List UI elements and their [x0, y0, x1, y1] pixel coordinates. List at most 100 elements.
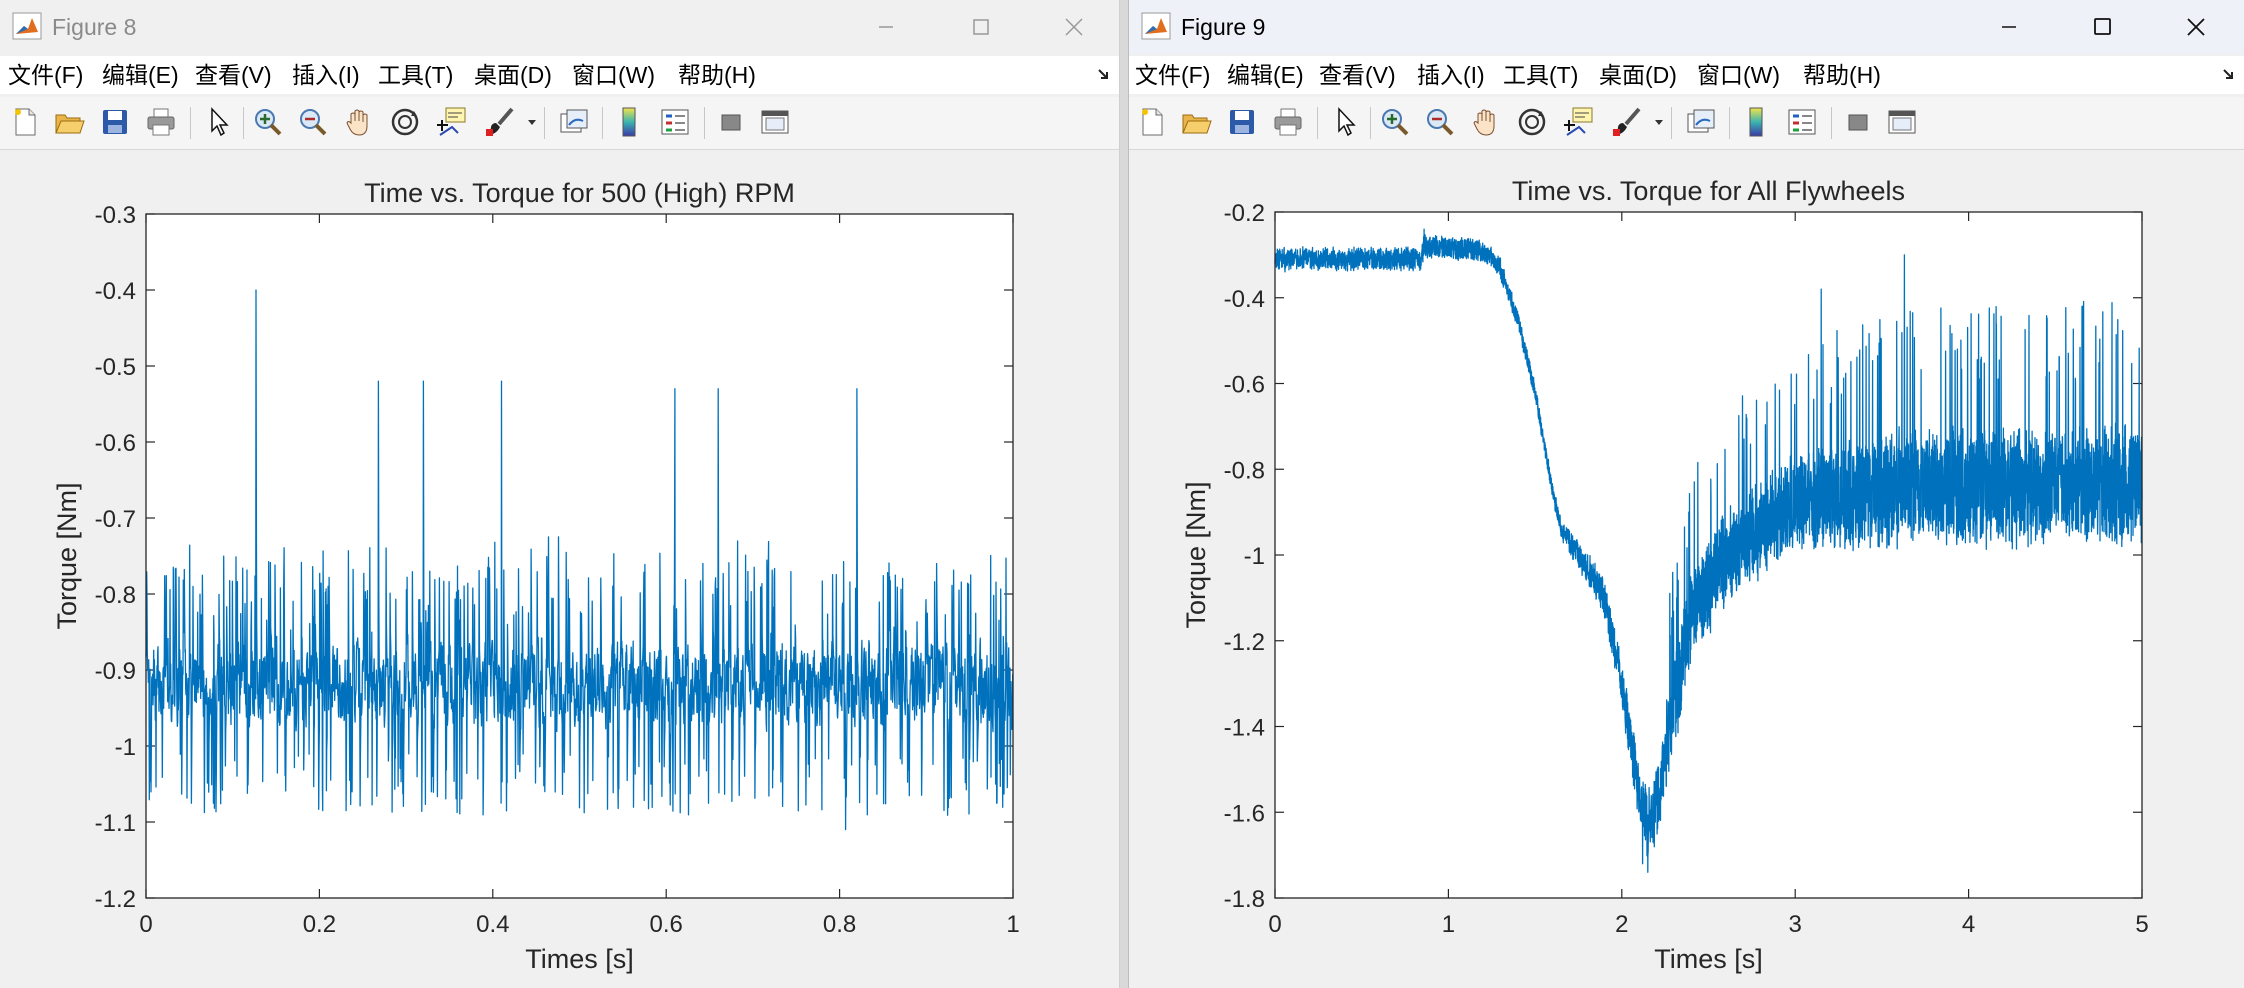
zoom-out-icon[interactable] [296, 105, 330, 139]
brush-icon[interactable] [482, 105, 516, 139]
menu-bar: 文件(F) 编辑(E) 查看(V) 插入(I) 工具(T) 桌面(D) 窗口(W… [1129, 56, 2244, 94]
x-tick-label: 0.8 [823, 911, 856, 938]
title-bar[interactable]: Figure 9 [1129, 0, 2244, 54]
y-tick-label: -1.2 [1224, 629, 1265, 656]
menu-view[interactable]: 查看(V) [1319, 61, 1396, 89]
y-tick-label: -1.2 [95, 886, 136, 913]
menu-tools[interactable]: 工具(T) [1503, 61, 1578, 89]
y-tick-label: -1 [1244, 543, 1265, 570]
y-tick-label: -1.4 [1224, 715, 1265, 742]
y-tick-label: -0.6 [1224, 372, 1265, 399]
menu-help[interactable]: 帮助(H) [1803, 61, 1881, 89]
menu-insert[interactable]: 插入(I) [292, 61, 360, 89]
x-tick-label: 1 [1006, 911, 1019, 938]
window-title: Figure 8 [52, 14, 137, 40]
dock-arrow-icon[interactable] [2221, 66, 2237, 84]
menu-edit[interactable]: 编辑(E) [102, 61, 179, 89]
y-tick-label: -0.4 [1224, 286, 1265, 313]
menu-desktop[interactable]: 桌面(D) [1599, 61, 1677, 89]
hide-plot-tools-icon[interactable] [1841, 105, 1875, 139]
zoom-out-icon[interactable] [1423, 105, 1457, 139]
link-plot-icon[interactable] [1684, 105, 1718, 139]
figure-9-plot-area[interactable]: Time vs. Torque for All Flywheels Times [… [1129, 150, 2244, 988]
matlab-logo-icon [12, 12, 42, 40]
x-tick-label: 2 [1615, 911, 1628, 938]
brush-dropdown-icon[interactable] [1653, 115, 1665, 127]
y-tick-label: -0.5 [95, 354, 136, 381]
zoom-in-icon[interactable] [251, 105, 285, 139]
new-figure-icon[interactable] [8, 105, 42, 139]
dock-arrow-icon[interactable] [1096, 66, 1112, 84]
x-tick-label: 0 [1268, 911, 1281, 938]
figure-9-window[interactable]: Figure 9 文件(F) 编辑(E) 查看(V) 插入(I) 工具(T) 桌… [1128, 0, 2244, 988]
matlab-logo-icon [1141, 12, 1171, 40]
rotate-3d-icon[interactable] [388, 105, 422, 139]
figure-toolbar [0, 97, 1119, 150]
y-tick-label: -1 [115, 734, 136, 761]
menu-tools[interactable]: 工具(T) [378, 61, 453, 89]
zoom-in-icon[interactable] [1378, 105, 1412, 139]
menu-help[interactable]: 帮助(H) [678, 61, 756, 89]
y-tick-label: -0.8 [1224, 457, 1265, 484]
menu-bar: 文件(F) 编辑(E) 查看(V) 插入(I) 工具(T) 桌面(D) 窗口(W… [0, 56, 1119, 94]
menu-desktop[interactable]: 桌面(D) [474, 61, 552, 89]
menu-window[interactable]: 窗口(W) [572, 61, 655, 89]
data-cursor-icon[interactable] [434, 105, 468, 139]
x-tick-label: 0.6 [650, 911, 683, 938]
colorbar-icon[interactable] [612, 105, 646, 139]
close-button[interactable] [2174, 8, 2218, 46]
x-axis-label: Times [s] [1654, 944, 1763, 974]
brush-dropdown-icon[interactable] [526, 115, 538, 127]
x-tick-label: 3 [1789, 911, 1802, 938]
menu-file[interactable]: 文件(F) [1135, 61, 1210, 89]
colorbar-icon[interactable] [1739, 105, 1773, 139]
show-plot-tools-icon[interactable] [1885, 105, 1919, 139]
rotate-3d-icon[interactable] [1515, 105, 1549, 139]
legend-icon[interactable] [1785, 105, 1819, 139]
chart-title: Time vs. Torque for 500 (High) RPM [364, 178, 795, 208]
title-bar[interactable]: Figure 8 [0, 0, 1119, 54]
figure-8-window[interactable]: Figure 8 文件(F) 编辑(E) 查看(V) 插入(I) 工具(T) 桌… [0, 0, 1120, 988]
brush-icon[interactable] [1609, 105, 1643, 139]
print-icon[interactable] [1271, 105, 1305, 139]
y-tick-label: -0.9 [95, 658, 136, 685]
save-icon[interactable] [98, 105, 132, 139]
print-icon[interactable] [144, 105, 178, 139]
close-button[interactable] [1052, 8, 1096, 46]
y-axis-label: Torque [Nm] [52, 482, 82, 629]
menu-edit[interactable]: 编辑(E) [1227, 61, 1304, 89]
new-figure-icon[interactable] [1135, 105, 1169, 139]
window-title: Figure 9 [1181, 14, 1266, 40]
y-tick-label: -0.2 [1224, 200, 1265, 227]
figure-8-plot-area[interactable]: Time vs. Torque for 500 (High) RPM Times … [0, 150, 1120, 988]
pointer-icon[interactable] [201, 105, 235, 139]
open-file-icon[interactable] [52, 105, 86, 139]
save-icon[interactable] [1225, 105, 1259, 139]
x-tick-label: 1 [1442, 911, 1455, 938]
pan-hand-icon[interactable] [342, 105, 376, 139]
x-axis-label: Times [s] [525, 944, 634, 974]
menu-view[interactable]: 查看(V) [195, 61, 272, 89]
y-axis-label: Torque [Nm] [1181, 481, 1211, 628]
y-tick-label: -0.7 [95, 506, 136, 533]
y-tick-label: -0.8 [95, 582, 136, 609]
y-tick-label: -0.6 [95, 430, 136, 457]
menu-insert[interactable]: 插入(I) [1417, 61, 1485, 89]
minimize-button[interactable] [864, 8, 908, 46]
link-plot-icon[interactable] [557, 105, 591, 139]
data-cursor-icon[interactable] [1561, 105, 1595, 139]
open-file-icon[interactable] [1179, 105, 1213, 139]
pointer-icon[interactable] [1328, 105, 1362, 139]
minimize-button[interactable] [1987, 8, 2031, 46]
maximize-button[interactable] [958, 8, 1002, 46]
hide-plot-tools-icon[interactable] [714, 105, 748, 139]
legend-icon[interactable] [658, 105, 692, 139]
x-tick-label: 5 [2135, 911, 2148, 938]
menu-window[interactable]: 窗口(W) [1697, 61, 1780, 89]
y-tick-label: -0.4 [95, 278, 136, 305]
figure-toolbar [1129, 97, 2244, 150]
menu-file[interactable]: 文件(F) [8, 61, 83, 89]
show-plot-tools-icon[interactable] [758, 105, 792, 139]
pan-hand-icon[interactable] [1469, 105, 1503, 139]
maximize-button[interactable] [2080, 8, 2124, 46]
